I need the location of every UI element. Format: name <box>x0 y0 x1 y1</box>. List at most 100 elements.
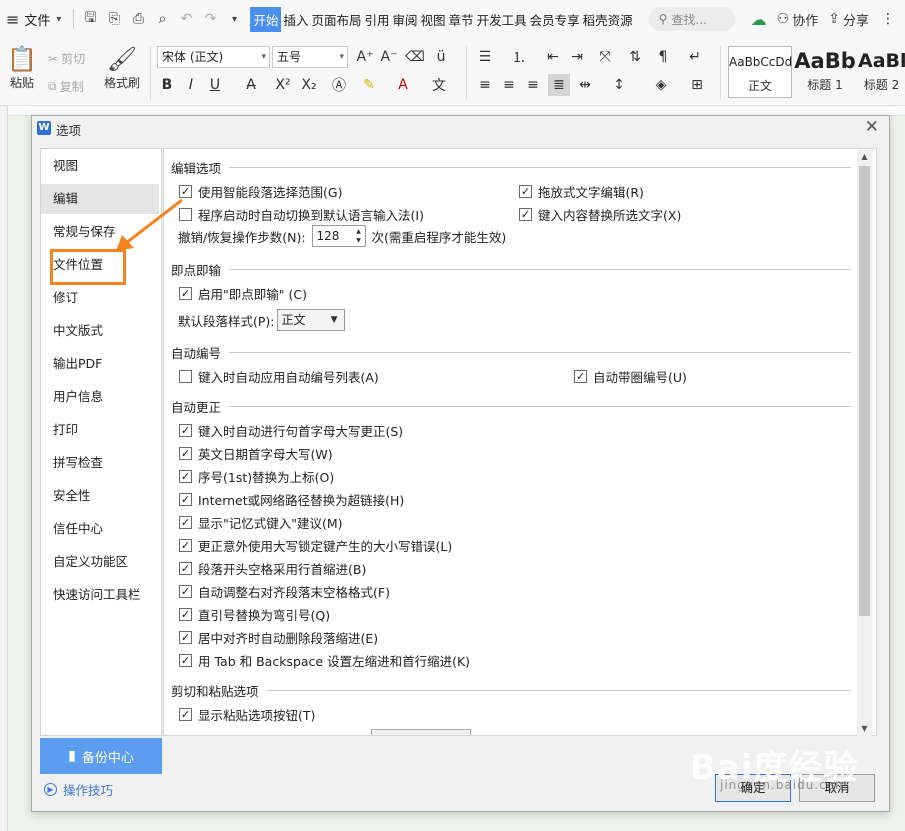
checkbox-click-and-type[interactable]: ✓ 启用"即点即输" (C) <box>179 284 307 303</box>
nav-item-customize-ribbon[interactable]: 自定义功能区 <box>41 547 159 577</box>
tab-insert[interactable]: 插入 <box>282 7 309 32</box>
checkbox-autocorrect-item[interactable]: ✓ 更正意外使用大写锁定键产生的大小写错误(L) <box>179 536 452 555</box>
checkbox[interactable]: ✓ <box>519 185 532 198</box>
line-spacing-icon[interactable]: ↕ <box>608 74 630 96</box>
checkbox[interactable]: ✓ <box>179 539 192 552</box>
tips-link[interactable]: ▶ 操作技巧 <box>44 780 113 799</box>
checkbox-autocorrect-item[interactable]: ✓ 用 Tab 和 Backspace 设置左缩进和首行缩进(K) <box>179 651 470 670</box>
checkbox[interactable]: ✓ <box>179 185 192 198</box>
checkbox-autocorrect-item[interactable]: ✓ 英文日期首字母大写(W) <box>179 444 333 463</box>
tab-references[interactable]: 引用 <box>364 7 391 32</box>
nav-item-print[interactable]: 打印 <box>41 415 159 445</box>
cloud-sync-icon[interactable]: ☁ <box>751 10 767 29</box>
close-icon[interactable]: ✕ <box>865 117 879 137</box>
tab-section[interactable]: 章节 <box>448 7 475 32</box>
checkbox-autocorrect-item[interactable]: ✓ 自动调整右对齐段落末空格格式(F) <box>179 582 390 601</box>
increase-indent-icon[interactable]: ⇥ <box>566 46 588 68</box>
undo-steps-spinner[interactable]: 128 ▲ ▼ <box>311 225 366 247</box>
spinner-arrows-icon[interactable]: ▲ ▼ <box>354 227 364 245</box>
checkbox[interactable]: ✓ <box>179 447 192 460</box>
export-pdf-icon[interactable]: ⎘ <box>102 7 126 31</box>
pinyin-icon[interactable]: ü <box>430 46 452 68</box>
nav-item-edit[interactable]: 编辑 <box>41 184 159 214</box>
align-left-icon[interactable]: ≡ <box>474 74 496 96</box>
nav-item-trust-center[interactable]: 信任中心 <box>41 514 159 544</box>
subscript-icon[interactable]: X₂ <box>298 74 320 96</box>
tab-page-layout[interactable]: 页面布局 <box>310 7 362 32</box>
show-marks-icon[interactable]: ¶ <box>652 46 674 68</box>
checkbox-autocorrect-item[interactable]: ✓ 键入时自动进行句首字母大写更正(S) <box>179 421 403 440</box>
scroll-up-icon[interactable]: ▲ <box>857 150 872 164</box>
style-heading-2[interactable]: AaBl 标题 2 <box>858 46 905 98</box>
font-name-select[interactable]: 宋体 (正文) ▾ <box>157 46 270 68</box>
nav-item-revision[interactable]: 修订 <box>41 283 159 313</box>
checkbox[interactable]: ✓ <box>179 516 192 529</box>
sort-icon[interactable]: ⇅ <box>624 46 646 68</box>
grow-font-icon[interactable]: A⁺ <box>354 46 376 68</box>
undo-icon[interactable]: ↶ <box>174 7 198 31</box>
shading-icon[interactable]: ◈ <box>650 74 672 96</box>
paste-button[interactable]: 📋 粘贴 <box>4 44 40 91</box>
checkbox[interactable] <box>179 370 192 383</box>
borders-icon[interactable]: ⊞ <box>686 74 708 96</box>
tab-developer[interactable]: 开发工具 <box>476 7 528 32</box>
format-painter-button[interactable]: 🖌 格式刷 <box>100 44 144 91</box>
scroll-thumb[interactable] <box>859 166 870 616</box>
checkbox-autocorrect-item[interactable]: ✓ Internet或网络路径替换为超链接(H) <box>179 490 404 509</box>
bullets-icon[interactable]: ☰ <box>474 46 496 68</box>
align-center-icon[interactable]: ≡ <box>498 74 520 96</box>
scroll-down-icon[interactable]: ▼ <box>857 722 872 736</box>
nav-item-quick-access[interactable]: 快速访问工具栏 <box>41 580 159 610</box>
copy-button[interactable]: ⧉ 复制 <box>48 78 84 95</box>
nav-item-security[interactable]: 安全性 <box>41 481 159 511</box>
superscript-icon[interactable]: X² <box>272 74 294 96</box>
italic-icon[interactable]: I <box>180 74 202 96</box>
share-button[interactable]: ⇪ 分享 <box>828 10 869 29</box>
font-color-icon[interactable]: A <box>392 74 414 96</box>
checkbox[interactable]: ✓ <box>179 470 192 483</box>
tab-member[interactable]: 会员专享 <box>529 7 581 32</box>
chinese-layout-icon[interactable]: ⤧ <box>594 46 616 68</box>
tab-docer[interactable]: 稻壳资源 <box>582 7 634 32</box>
nav-item-general-save[interactable]: 常规与保存 <box>41 217 159 247</box>
checkbox-autocorrect-item[interactable]: ✓ 段落开头空格采用行首缩进(B) <box>179 559 366 578</box>
customize-toolbar-icon[interactable]: ▾ <box>222 7 246 31</box>
checkbox[interactable]: ✓ <box>179 654 192 667</box>
checkbox[interactable]: ✓ <box>574 370 587 383</box>
decrease-indent-icon[interactable]: ⇤ <box>542 46 564 68</box>
collab-button[interactable]: ⚇ 协作 <box>777 10 819 29</box>
strikethrough-icon[interactable]: A̶ <box>240 74 262 96</box>
distribute-icon[interactable]: ⇹ <box>574 74 596 96</box>
tab-view[interactable]: 视图 <box>420 7 447 32</box>
checkbox-autocorrect-item[interactable]: ✓ 序号(1st)替换为上标(O) <box>179 467 334 486</box>
print-preview-icon[interactable]: ⌕ <box>150 7 174 31</box>
style-normal[interactable]: AaBbCcDd 正文 <box>728 46 792 98</box>
checkbox[interactable]: ✓ <box>519 208 532 221</box>
save-icon[interactable]: 🖫 <box>78 7 102 31</box>
line-shift-icon[interactable]: ↵ <box>684 46 706 68</box>
checkbox-show-paste-options[interactable]: ✓ 显示粘贴选项按钮(T) <box>179 705 315 724</box>
checkbox[interactable]: ✓ <box>179 608 192 621</box>
file-menu[interactable]: ≡ 文件 ▾ <box>0 0 69 38</box>
underline-icon[interactable]: U <box>204 74 226 96</box>
checkbox[interactable]: ✓ <box>179 424 192 437</box>
backup-center-button[interactable]: ▮ 备份中心 <box>40 738 162 774</box>
cut-button[interactable]: ✂ 剪切 <box>48 50 85 67</box>
checkbox[interactable]: ✓ <box>179 562 192 575</box>
default-style-select[interactable]: 正文 ▼ <box>276 309 345 331</box>
bold-icon[interactable]: B <box>156 74 178 96</box>
checkbox[interactable]: ✓ <box>179 585 192 598</box>
clear-format-icon[interactable]: ⌫ <box>404 46 426 68</box>
tab-review[interactable]: 审阅 <box>392 7 419 32</box>
checkbox-auto-ime[interactable]: 程序启动时自动切换到默认语言输入法(I) <box>179 205 424 224</box>
checkbox-auto-numbered-list[interactable]: 键入时自动应用自动编号列表(A) <box>179 367 379 386</box>
checkbox[interactable]: ✓ <box>179 493 192 506</box>
redo-icon[interactable]: ↷ <box>198 7 222 31</box>
char-border-icon[interactable]: 文 <box>428 74 450 96</box>
checkbox-replace-selection[interactable]: ✓ 键入内容替换所选文字(X) <box>519 205 681 224</box>
numbering-icon[interactable]: ⒈ <box>508 46 530 68</box>
partial-button[interactable] <box>371 729 471 735</box>
checkbox-autocorrect-item[interactable]: ✓ 直引号替换为弯引号(Q) <box>179 605 330 624</box>
checkbox[interactable]: ✓ <box>179 708 192 721</box>
search-box[interactable]: ⚲ 查找... <box>648 7 735 31</box>
